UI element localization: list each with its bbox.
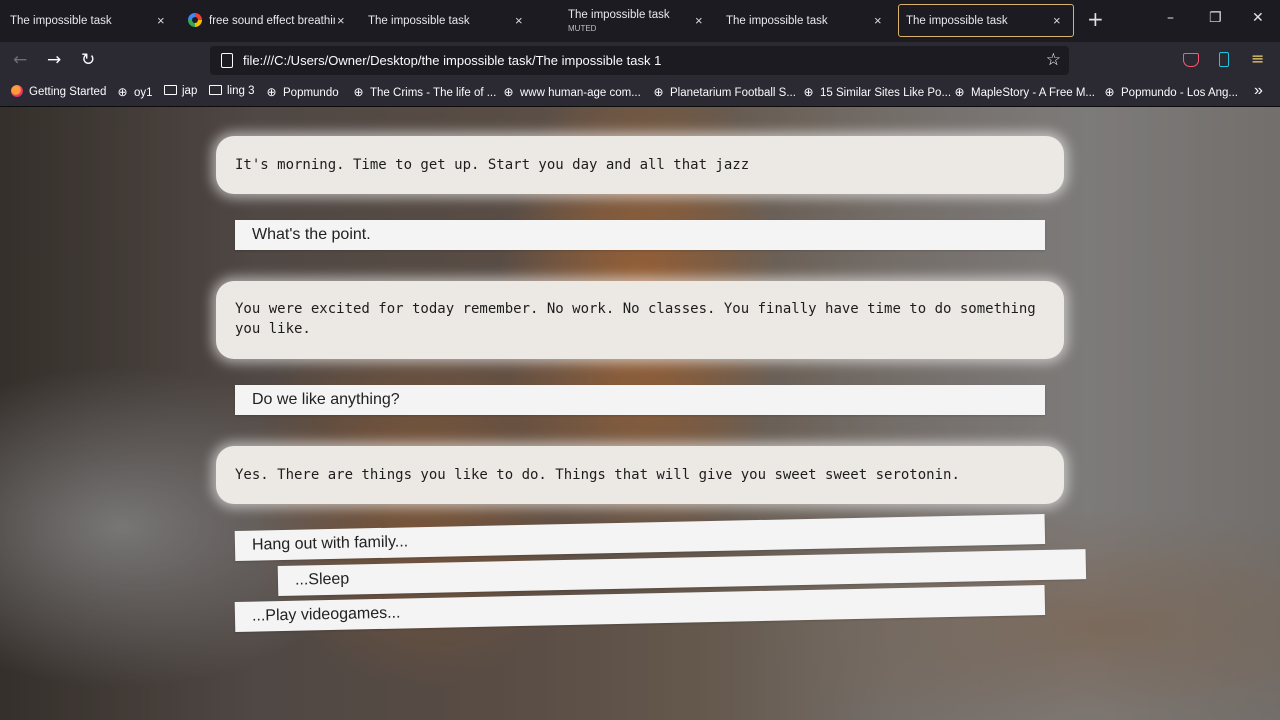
globe-icon: ⊕ xyxy=(954,85,965,99)
story-page: It's morning. Time to get up. Start you … xyxy=(0,107,1280,720)
bookmark-label: MapleStory - A Free M... xyxy=(971,87,1095,99)
bookmark-label: Planetarium Football S... xyxy=(670,87,796,99)
bookmark-folder-jap[interactable]: jap xyxy=(164,85,197,97)
tab-4[interactable]: The impossible task MUTED × xyxy=(558,4,716,37)
bookmark-label: oy1 xyxy=(134,87,153,99)
tab-title: The impossible task xyxy=(568,9,670,21)
tab-1[interactable]: The impossible task × xyxy=(0,4,178,37)
tab-6-active[interactable]: The impossible task × xyxy=(898,4,1074,37)
tab-title: The impossible task xyxy=(726,15,828,27)
bookmark-folder-ling3[interactable]: ling 3 xyxy=(209,85,255,97)
address-bar[interactable]: file:///C:/Users/Owner/Desktop/the impos… xyxy=(210,46,1069,75)
tab-title: The impossible task xyxy=(906,15,1008,27)
restore-button[interactable]: ❐ xyxy=(1209,10,1222,26)
globe-icon: ⊕ xyxy=(353,85,364,99)
close-tab-icon[interactable]: × xyxy=(874,13,882,28)
globe-icon: ⊕ xyxy=(503,85,514,99)
bookmark-similar-sites[interactable]: ⊕ 15 Similar Sites Like Po... xyxy=(802,85,951,99)
bookmark-label: Popmundo - Los Ang... xyxy=(1121,87,1238,99)
back-button[interactable]: ← xyxy=(13,50,27,70)
close-tab-icon[interactable]: × xyxy=(695,13,703,28)
reply-option-2[interactable]: Do we like anything? xyxy=(235,385,1045,415)
globe-icon: ⊕ xyxy=(653,85,664,99)
close-tab-icon[interactable]: × xyxy=(515,13,523,28)
bookmark-label: The Crims - The life of ... xyxy=(370,87,497,99)
reply-option-1[interactable]: What's the point. xyxy=(235,220,1045,250)
bookmark-getting-started[interactable]: Getting Started xyxy=(11,85,106,98)
tab-title: The impossible task xyxy=(368,15,470,27)
app-menu-icon[interactable]: ≡ xyxy=(1251,49,1264,68)
google-icon xyxy=(188,13,202,27)
bookmark-maplestory[interactable]: ⊕ MapleStory - A Free M... xyxy=(953,85,1095,99)
bookmark-label: ling 3 xyxy=(227,85,255,97)
reload-button[interactable]: ↻ xyxy=(81,50,95,70)
close-window-button[interactable]: ✕ xyxy=(1252,10,1264,26)
folder-icon xyxy=(209,85,222,95)
bookmark-the-crims[interactable]: ⊕ The Crims - The life of ... xyxy=(352,85,496,99)
bookmarks-overflow-button[interactable]: » xyxy=(1254,82,1263,100)
bookmark-oy1[interactable]: ⊕ oy1 xyxy=(116,85,153,99)
forward-button[interactable]: → xyxy=(47,50,61,70)
bookmark-label: jap xyxy=(182,85,198,97)
file-page-icon xyxy=(221,53,233,68)
tab-5[interactable]: The impossible task × xyxy=(716,4,894,37)
close-tab-icon[interactable]: × xyxy=(337,13,345,28)
new-tab-button[interactable]: + xyxy=(1087,8,1104,30)
tab-title: The impossible task xyxy=(10,15,112,27)
tab-title: free sound effect breathin xyxy=(209,15,335,27)
tab-3[interactable]: The impossible task × xyxy=(358,4,536,37)
bookmark-label: 15 Similar Sites Like Po... xyxy=(820,87,952,99)
pocket-icon[interactable] xyxy=(1183,53,1199,67)
globe-icon: ⊕ xyxy=(803,85,814,99)
tab-strip: The impossible task × free sound effect … xyxy=(0,0,1280,42)
bookmark-popmundo[interactable]: ⊕ Popmundo xyxy=(265,85,339,99)
globe-icon: ⊕ xyxy=(1104,85,1115,99)
globe-icon: ⊕ xyxy=(266,85,277,99)
tab-muted-label: MUTED xyxy=(568,24,597,33)
extension-icon[interactable] xyxy=(1219,52,1229,67)
bookmark-popmundo-la[interactable]: ⊕ Popmundo - Los Ang... xyxy=(1103,85,1238,99)
close-tab-icon[interactable]: × xyxy=(157,13,165,28)
minimize-button[interactable]: – xyxy=(1167,10,1174,26)
globe-icon: ⊕ xyxy=(117,85,128,99)
bookmarks-toolbar: Getting Started ⊕ oy1 jap ling 3 ⊕ Popmund… xyxy=(0,79,1280,107)
folder-icon xyxy=(164,85,177,95)
tab-2[interactable]: free sound effect breathin × xyxy=(180,4,358,37)
bookmark-label: Getting Started xyxy=(29,86,107,98)
narration-box-2: You were excited for today remember. No … xyxy=(216,281,1064,359)
bookmark-star-icon[interactable]: ☆ xyxy=(1046,50,1061,70)
firefox-icon xyxy=(11,85,23,97)
narration-box-1: It's morning. Time to get up. Start you … xyxy=(216,136,1064,194)
navigation-bar: ← → ↻ file:///C:/Users/Owner/Desktop/the… xyxy=(0,42,1280,79)
bookmark-human-age[interactable]: ⊕ www human-age com... xyxy=(502,85,641,99)
url-text[interactable]: file:///C:/Users/Owner/Desktop/the impos… xyxy=(243,53,661,68)
bookmark-label: www human-age com... xyxy=(520,87,641,99)
bookmark-label: Popmundo xyxy=(283,87,339,99)
narration-box-3: Yes. There are things you like to do. Th… xyxy=(216,446,1064,504)
close-tab-icon[interactable]: × xyxy=(1053,13,1061,28)
bookmark-planetarium[interactable]: ⊕ Planetarium Football S... xyxy=(652,85,796,99)
